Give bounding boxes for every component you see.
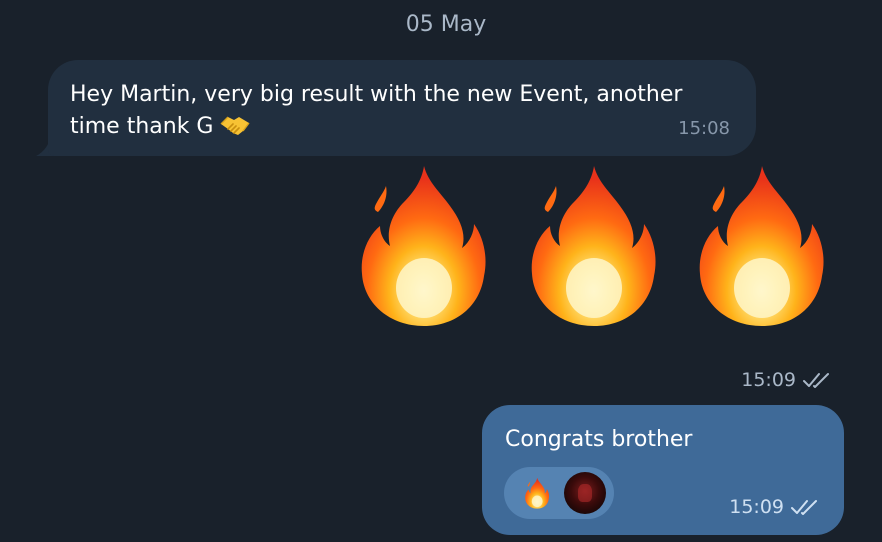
incoming-message-bubble[interactable]: Hey Martin, very big result with the new… [48,60,756,156]
fire-reaction-icon [522,477,552,509]
date-separator: 05 May [405,12,487,37]
fire-sticker[interactable] [358,162,828,328]
incoming-message-text: Hey Martin, very big result with the new… [70,79,732,143]
outgoing-message-bubble[interactable]: Congrats brother 15:09 [482,405,844,535]
double-check-icon [791,500,817,515]
outgoing-message-time: 15:09 [729,496,784,518]
double-check-icon [803,373,829,388]
reaction-chip[interactable] [504,467,614,519]
outgoing-message-meta: 15:09 [729,496,820,518]
sticker-time: 15:09 [741,369,796,391]
fire-icon [696,162,826,328]
outgoing-message-text: Congrats brother [505,427,693,452]
chat-view: 05 May Hey Martin, very big result with … [0,0,882,542]
incoming-message-line1: Hey Martin, very big result with the new… [70,82,683,107]
sticker-meta: 15:09 [741,369,832,391]
handshake-icon [220,116,251,135]
fire-icon [358,162,488,328]
fire-icon [528,162,658,328]
incoming-message-time: 15:08 [678,118,730,139]
incoming-message-line2: time thank G [70,114,214,139]
avatar[interactable] [564,472,606,514]
